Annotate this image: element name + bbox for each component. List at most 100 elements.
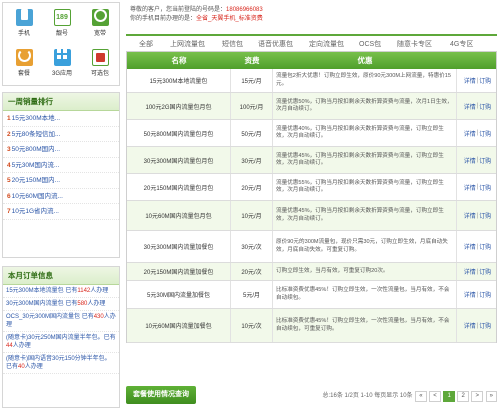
order-link[interactable]: 订购 (479, 183, 491, 192)
3g-apps-icon (53, 49, 71, 66)
tab-voice-package[interactable]: 语音优惠包 (258, 39, 293, 49)
ranking-item[interactable]: 25元80条短信加... (3, 127, 119, 142)
pagination: 总:16条 1/2页 1-10 每页显示 10条 « < 1 2 > » (323, 390, 497, 402)
package-price: 15元/月 (231, 69, 273, 92)
detail-link[interactable]: 详情 (464, 242, 476, 251)
ranking-item[interactable]: 520元150M国内... (3, 173, 119, 189)
category-tabs: 全部 上网流量包 短信包 语音优惠包 定向流量包 OCS包 随意卡专区 4G专区 (126, 34, 497, 52)
service-optional[interactable]: 可选包 (82, 45, 118, 83)
detail-link[interactable]: 详情 (464, 183, 476, 192)
last-page-button[interactable]: » (485, 391, 497, 402)
action-separator: | (476, 184, 479, 190)
order-link[interactable]: 订购 (479, 321, 491, 330)
table-row: 100元2G国内流量包月包 100元/月 流量优惠50%，订购当月按扣剩余天数折算资… (127, 93, 496, 120)
page-2-button[interactable]: 2 (457, 391, 469, 402)
service-phone[interactable]: 手机 (6, 5, 42, 43)
row-actions: 详情 | 订购 (457, 263, 498, 280)
order-link[interactable]: 订购 (479, 129, 491, 138)
prev-page-button[interactable]: < (429, 391, 441, 402)
optional-package-icon (91, 49, 109, 66)
service-3g-apps[interactable]: 3G应用 (44, 45, 80, 83)
action-separator: | (476, 212, 479, 219)
ranking-text: 10元1G省内流... (11, 208, 59, 215)
service-label: 宽带 (93, 31, 106, 37)
next-page-button[interactable]: > (471, 391, 483, 402)
detail-link[interactable]: 详情 (464, 267, 476, 276)
service-number[interactable]: 189 靓号 (44, 5, 80, 43)
order-link[interactable]: 订购 (479, 290, 491, 299)
order-text: 30元300M国内流量包 已有 (6, 301, 78, 307)
order-item[interactable]: 30元300M国内流量包 已有580人办理 (3, 298, 119, 311)
monthly-orders-title: 本月订单信息 (3, 267, 119, 285)
current-plan-label: 你的手机目前办理的是： (130, 16, 197, 22)
package-name: 10元60M国内流量包月包 (127, 201, 231, 230)
detail-link[interactable]: 详情 (464, 156, 476, 165)
package-price: 20元/次 (231, 263, 273, 280)
tab-sms-package[interactable]: 短信包 (222, 39, 243, 49)
usage-query-button[interactable]: 套餐使用情况查询 (126, 386, 196, 404)
order-item[interactable]: (随意卡)30元250M国内流量半年包。已有 44人办理 (3, 332, 119, 353)
tab-directed-package[interactable]: 定向流量包 (309, 39, 344, 49)
order-item[interactable]: OCS_30元300M国内流量包 已有430人办理 (3, 311, 119, 332)
table-row: 20元150M国内流量包月包 20元/月 流量优惠55%，订购当月按扣剩余天数折算资… (127, 174, 496, 201)
tab-ocs-package[interactable]: OCS包 (359, 39, 381, 49)
ranking-text: 20元150M国内... (11, 177, 61, 184)
column-name: 名称 (171, 56, 187, 65)
weekly-ranking-title: 一周销量排行 (3, 93, 119, 111)
package-description: 流量优惠45%，订购当月按扣剩余天数折算资费与流量，订购立即生效，次月自动续订。 (273, 201, 457, 230)
order-link[interactable]: 订购 (479, 102, 491, 111)
ranking-item[interactable]: 710元1G省内流... (3, 204, 119, 220)
order-count: 44 (6, 343, 13, 349)
row-actions: 详情 | 订购 (457, 309, 498, 342)
page-1-button[interactable]: 1 (443, 391, 455, 402)
first-page-button[interactable]: « (415, 391, 427, 402)
order-link[interactable]: 订购 (479, 267, 491, 276)
package-name: 30元300M国内流量包月包 (127, 147, 231, 173)
ranking-item[interactable]: 45元30M国内流... (3, 158, 119, 173)
ranking-number: 5 (7, 177, 11, 184)
tab-data-package[interactable]: 上网流量包 (170, 39, 205, 49)
order-link[interactable]: 订购 (479, 76, 491, 85)
service-label: 可选包 (90, 71, 109, 77)
action-separator: | (476, 157, 479, 163)
action-separator: | (476, 130, 479, 136)
tab-4g[interactable]: 4G专区 (450, 39, 473, 49)
order-link[interactable]: 订购 (479, 211, 491, 220)
order-count: 430 (93, 314, 104, 320)
pagination-summary: 总:16条 1/2页 1-10 每页显示 10条 (322, 393, 413, 399)
ranking-item[interactable]: 610元60M国内流... (3, 189, 119, 204)
action-separator: | (476, 322, 479, 329)
ranking-number: 1 (7, 115, 11, 122)
detail-link[interactable]: 详情 (464, 290, 476, 299)
monthly-orders-panel: 本月订单信息 15元300M本地流量包 已有1142人办理 30元300M国内流量… (2, 266, 120, 408)
service-package[interactable]: 套餐 (6, 45, 42, 83)
detail-link[interactable]: 详情 (464, 129, 476, 138)
package-price: 100元/月 (231, 93, 273, 119)
order-link[interactable]: 订购 (479, 242, 491, 251)
main-content: 尊敬的客户，您当前登陆的号码是：18086966083 你的手机目前办理的是：全… (126, 0, 499, 412)
ranking-item[interactable]: 350元800M国内... (3, 142, 119, 158)
order-text: 15元300M本地流量包 已有 (6, 288, 78, 294)
detail-link[interactable]: 详情 (464, 211, 476, 220)
detail-link[interactable]: 详情 (464, 76, 476, 85)
tab-all[interactable]: 全部 (139, 39, 153, 49)
order-item[interactable]: (随意卡)国内语音30元150分钟半年包。已有40人办理 (3, 353, 119, 374)
tab-random-card[interactable]: 随意卡专区 (397, 39, 432, 49)
detail-link[interactable]: 详情 (464, 321, 476, 330)
action-separator: | (476, 103, 479, 109)
login-number-label: 尊敬的客户，您当前登陆的号码是： (130, 7, 227, 13)
package-name: 10元60M国内流量加餐包 (127, 309, 231, 342)
table-row: 20元150M国内流量加餐包 20元/次 订购立即生效，当月有效，可重复订购20次。… (127, 263, 496, 281)
row-actions: 详情 | 订购 (457, 93, 498, 119)
package-price: 50元/月 (231, 120, 273, 146)
order-link[interactable]: 订购 (479, 156, 491, 165)
package-price: 10元/月 (231, 201, 273, 230)
ranking-item[interactable]: 115元300M本地... (3, 111, 119, 127)
table-row: 30元300M国内流量包月包 30元/月 流量优惠45%，订购当月按扣剩余天数折算资… (127, 147, 496, 174)
detail-link[interactable]: 详情 (464, 102, 476, 111)
action-separator: | (476, 243, 479, 250)
order-item[interactable]: 15元300M本地流量包 已有1142人办理 (3, 285, 119, 298)
column-benefit: 优惠 (357, 56, 373, 65)
ranking-number: 3 (7, 146, 11, 153)
service-broadband[interactable]: 宽带 (82, 5, 118, 43)
